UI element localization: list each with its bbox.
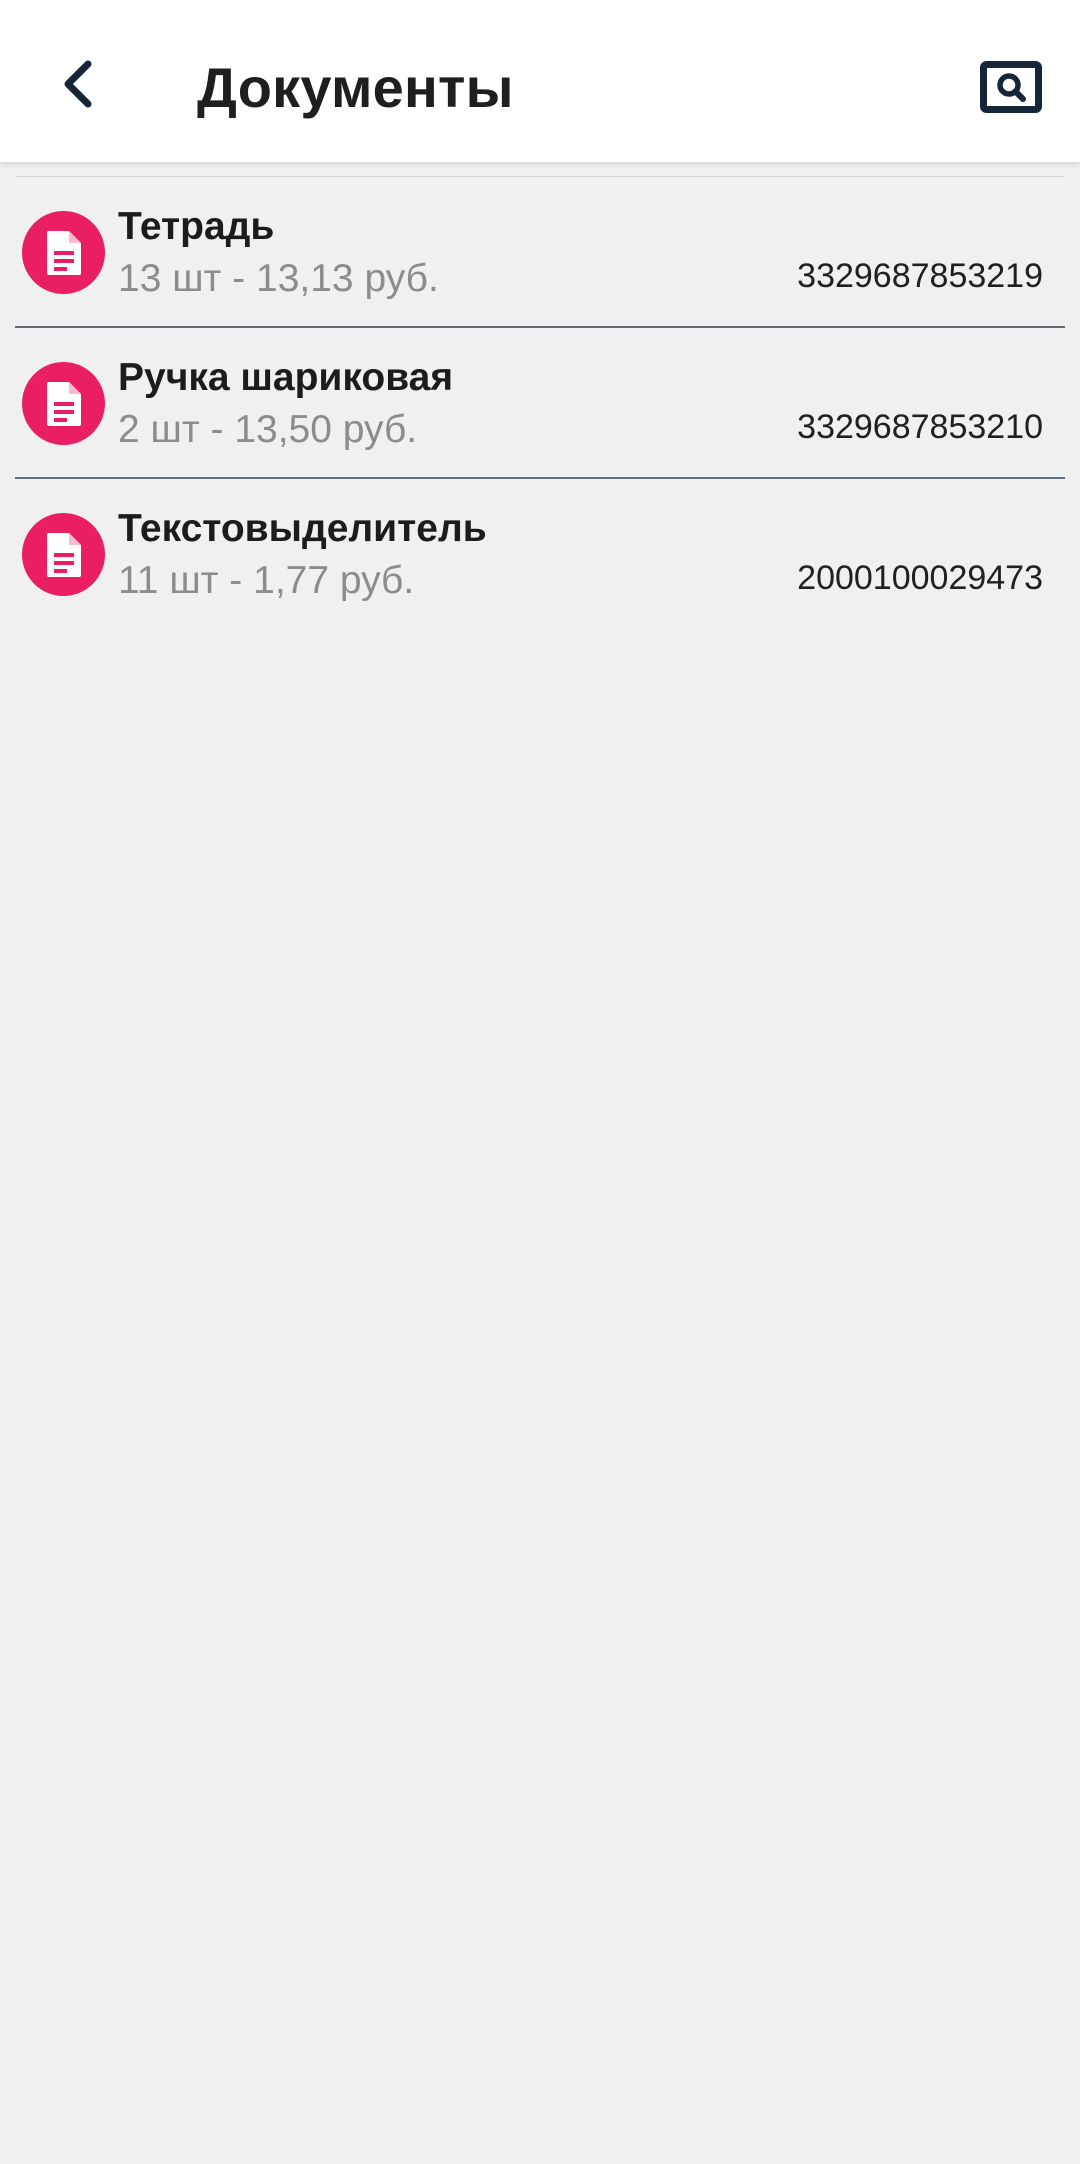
list-item[interactable]: Ручка шариковая 2 шт - 13,50 руб. 332968…	[0, 328, 1080, 479]
item-name: Ручка шариковая	[118, 356, 454, 399]
back-button[interactable]	[40, 46, 116, 122]
item-barcode: 3329687853219	[797, 257, 1043, 295]
item-details: 11 шт - 1,77 руб.	[118, 559, 415, 602]
document-icon	[46, 532, 81, 577]
app-bar: Документы	[0, 0, 1080, 162]
documents-screen: Документы Тетрадь 13 шт - 13,13 руб. 332…	[0, 0, 1080, 2164]
document-icon	[46, 381, 81, 426]
item-details: 2 шт - 13,50 руб.	[118, 408, 418, 451]
search-icon	[980, 61, 1042, 113]
list-item[interactable]: Текстовыделитель 11 шт - 1,77 руб. 20001…	[0, 479, 1080, 630]
item-barcode: 2000100029473	[797, 559, 1043, 597]
document-avatar	[22, 513, 105, 596]
document-list: Тетрадь 13 шт - 13,13 руб. 3329687853219…	[0, 177, 1080, 630]
page-title: Документы	[197, 56, 514, 119]
item-name: Тетрадь	[118, 205, 275, 248]
chevron-left-icon	[64, 60, 92, 108]
document-avatar	[22, 211, 105, 294]
list-item[interactable]: Тетрадь 13 шт - 13,13 руб. 3329687853219	[0, 177, 1080, 328]
item-details: 13 шт - 13,13 руб.	[118, 257, 439, 300]
search-button[interactable]	[968, 52, 1054, 122]
document-icon	[46, 230, 81, 275]
document-avatar	[22, 362, 105, 445]
item-name: Текстовыделитель	[118, 507, 487, 550]
item-barcode: 3329687853210	[797, 408, 1043, 446]
